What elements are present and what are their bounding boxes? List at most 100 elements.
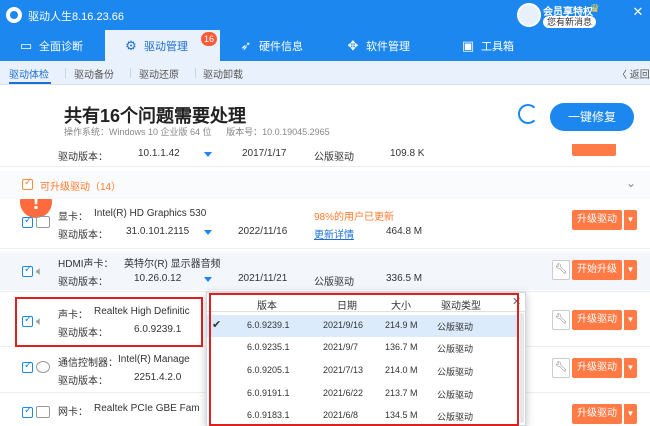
row-checkbox[interactable] [22, 360, 33, 373]
divider [130, 68, 131, 78]
wrench-icon[interactable]: 🔧︎ [552, 260, 570, 280]
version-label: 驱动版本： [58, 152, 108, 163]
tab-full-diagnosis[interactable]: ▭ 全面诊断 [0, 30, 105, 61]
chevron-down-icon[interactable]: ▼ [624, 358, 637, 378]
device-name-label: 通信控制器： [58, 358, 118, 369]
group-checkbox[interactable] [22, 177, 33, 190]
sub-tabs: 驱动体检 驱动备份 驱动还原 驱动卸载 〈 返回 [0, 61, 650, 85]
version-label: 驱动版本： [58, 230, 108, 241]
device-name-label: HDMI声卡： [58, 259, 114, 270]
chevron-down-icon[interactable]: ▼ [624, 210, 637, 230]
tab-hardware-info[interactable]: ➶ 硬件信息 [220, 30, 327, 61]
upgrade-driver-button[interactable]: 升级驱动 [572, 358, 622, 378]
version-label: 驱动版本： [58, 376, 108, 387]
start-upgrade-button[interactable]: 开始升级 [572, 260, 622, 280]
chevron-down-icon[interactable]: ▼ [624, 404, 637, 424]
tab-driver-management[interactable]: ⚙ 驱动管理 16 [105, 30, 220, 61]
tab-label: 软件管理 [366, 40, 410, 53]
driver-date: 2022/11/16 [238, 226, 288, 237]
active-subtab-underline [9, 82, 51, 84]
driver-version: 31.0.101.2115 [126, 226, 190, 237]
tab-label: 驱动管理 [144, 40, 188, 53]
tab-label: 硬件信息 [259, 40, 303, 53]
title-bar: 驱动人生8.16.23.66 会员享特权 ♛ 您有新消息 ✕ [0, 0, 650, 30]
driver-size: 336.5 M [386, 273, 423, 284]
summary-panel: ! 共有16个问题需要处理 操作系统：Windows 10 企业版 64 位 版… [0, 86, 650, 218]
row-checkbox[interactable] [22, 215, 33, 228]
gear-icon [36, 361, 50, 373]
divider [0, 166, 650, 167]
driver-type: 公版驱动 [314, 152, 354, 163]
refresh-icon[interactable] [518, 104, 538, 124]
notification-badge: 16 [201, 32, 217, 46]
tab-label: 全面诊断 [39, 40, 83, 53]
update-detail-link[interactable]: 更新详情 [314, 226, 354, 241]
monitor-icon: ▭ [19, 37, 33, 53]
device-name-label: 网卡： [58, 407, 88, 418]
version-dropdown-icon[interactable] [204, 230, 212, 235]
wrench-icon[interactable]: 🔧︎ [552, 358, 570, 378]
wrench-icon[interactable]: 🔧︎ [552, 310, 570, 330]
app-title: 驱动人生8.16.23.66 [28, 11, 124, 23]
app-logo-icon [6, 7, 22, 23]
row-checkbox[interactable] [22, 264, 33, 277]
driver-size: 109.8 K [390, 148, 425, 159]
upgrade-driver-button[interactable]: 升级驱动 [572, 310, 622, 330]
main-nav: ▭ 全面诊断 ⚙ 驱动管理 16 ➶ 硬件信息 ✥ 软件管理 ▣ 工具箱 [0, 30, 650, 61]
network-icon [36, 406, 50, 418]
upgrade-driver-button[interactable] [572, 144, 616, 156]
apps-icon: ✥ [347, 37, 359, 53]
divider [0, 248, 650, 249]
gear-icon: ⚙ [125, 37, 137, 53]
highlight-box [15, 297, 203, 347]
subtab-driver-check[interactable]: 驱动体检 [9, 66, 49, 81]
upgradable-group-header[interactable]: 可升级驱动（14） ⌄ [0, 171, 650, 199]
system-info: 操作系统：Windows 10 企业版 64 位 版本号：10.0.19045.… [64, 125, 342, 138]
crown-icon: ♛ [590, 3, 600, 15]
driver-version: 10.1.1.42 [138, 148, 180, 159]
chevron-down-icon[interactable]: ▼ [624, 260, 637, 280]
tab-toolbox[interactable]: ▣ 工具箱 [442, 30, 542, 61]
subtab-driver-backup[interactable]: 驱动备份 [74, 66, 114, 81]
back-label: 返回 [629, 70, 650, 81]
divider [65, 68, 66, 78]
subtab-driver-restore[interactable]: 驱动还原 [139, 66, 179, 81]
version-dropdown-icon[interactable] [204, 152, 212, 157]
driver-version: 2251.4.2.0 [134, 372, 182, 383]
device-name: 英特尔(R) 显示器音频 [124, 259, 221, 270]
tab-software-management[interactable]: ✥ 软件管理 [327, 30, 442, 61]
version-dropdown-icon[interactable] [204, 277, 212, 282]
device-name-label: 显卡： [58, 212, 88, 223]
one-click-fix-button[interactable]: 一键修复 [550, 103, 634, 131]
speaker-icon: 🔈︎ [36, 264, 44, 278]
os-version: 版本号：10.0.19045.2965 [226, 127, 330, 137]
driver-size: 464.8 M [386, 226, 423, 237]
driver-version: 10.26.0.12 [134, 273, 182, 284]
message-badge[interactable]: 您有新消息 [543, 16, 597, 28]
monitor-icon [36, 216, 50, 228]
subtab-driver-uninstall[interactable]: 驱动卸载 [203, 66, 243, 81]
scrollbar[interactable] [520, 313, 524, 423]
row-checkbox[interactable] [22, 405, 33, 418]
os-info: 操作系统：Windows 10 企业版 64 位 [64, 127, 212, 137]
device-name: Intel(R) Manage [118, 354, 190, 365]
chevron-down-icon[interactable]: ▼ [624, 310, 637, 330]
driver-date: 2021/11/21 [238, 273, 288, 284]
chevron-down-icon[interactable]: ⌄ [626, 176, 636, 190]
user-avatar[interactable] [517, 3, 541, 27]
upgrade-driver-button[interactable]: 升级驱动 [572, 404, 622, 424]
divider [195, 68, 196, 78]
back-link[interactable]: 〈 返回 [617, 66, 650, 81]
driver-date: 2017/1/17 [242, 148, 287, 159]
highlight-box [209, 293, 519, 426]
close-icon[interactable]: ✕ [630, 4, 646, 20]
device-name: Realtek PCIe GBE Fam [94, 403, 200, 414]
version-label: 驱动版本： [58, 277, 108, 288]
group-label: 可升级驱动（14） [40, 182, 122, 193]
tab-label: 工具箱 [481, 40, 514, 53]
toolbox-icon: ▣ [461, 37, 475, 53]
upgrade-driver-button[interactable]: 升级驱动 [572, 210, 622, 230]
update-hint: 98%的用户已更新 [314, 212, 395, 223]
rocket-icon: ➶ [240, 37, 252, 53]
device-name: Intel(R) HD Graphics 530 [94, 208, 207, 219]
